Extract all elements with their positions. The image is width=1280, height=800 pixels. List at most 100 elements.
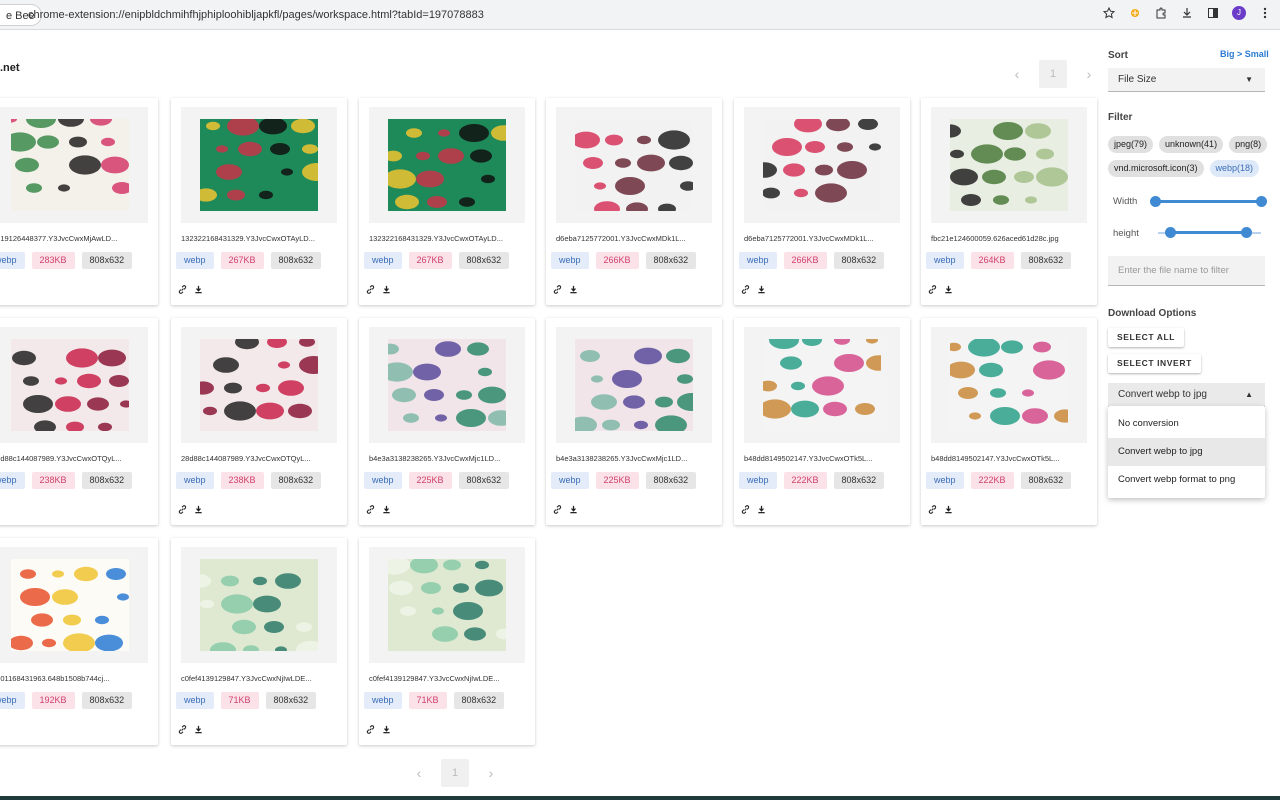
sort-order-toggle[interactable]: Big > Small [1220,49,1269,59]
download-icon[interactable] [381,724,391,734]
download-icon[interactable] [943,504,953,514]
address-bar[interactable]: chrome-extension://enipbldchmihfhjphiplo… [28,4,1146,26]
extensions-puzzle-icon[interactable] [1154,6,1168,20]
download-icon[interactable] [381,504,391,514]
width-min-handle[interactable] [1150,196,1161,207]
image-card[interactable]: 132322168431329.Y3JvcCwxOTAyLD... webp 267… [171,98,347,305]
download-icon[interactable] [193,504,203,514]
copy-link-icon[interactable] [365,284,375,294]
image-thumbnail[interactable] [931,107,1087,223]
image-card[interactable]: c0fef4139129847.Y3JvcCwxNjIwLDE... webp 71… [359,538,535,745]
download-icon[interactable] [193,284,203,294]
bookmark-star-icon[interactable] [1102,6,1116,20]
copy-link-icon[interactable] [740,504,750,514]
width-slider-track [1155,200,1261,203]
convert-select[interactable]: Convert webp to jpg ▲ [1108,383,1265,407]
side-panel-icon[interactable] [1206,6,1220,20]
image-thumbnail[interactable] [181,547,337,663]
image-card[interactable]: fbc21e124600059.626aced61d28c.jpg webp 264… [921,98,1097,305]
image-thumbnail[interactable] [369,107,525,223]
image-thumbnail[interactable] [0,327,148,443]
image-thumbnail[interactable] [0,547,148,663]
extension-bee-icon[interactable] [1128,6,1142,20]
profile-avatar[interactable]: J [1232,6,1246,20]
image-size-badge: 238KB [31,472,75,489]
image-thumbnail[interactable] [744,327,900,443]
download-icon[interactable] [943,284,953,294]
prev-page-button[interactable]: ‹ [407,759,431,787]
copy-link-icon[interactable] [927,504,937,514]
select-all-button[interactable]: SELECT ALL [1108,328,1185,347]
copy-link-icon[interactable] [927,284,937,294]
caret-up-icon: ▲ [1245,390,1253,399]
image-card[interactable]: 28d88c144087989.Y3JvcCwxOTQyL... webp 238K… [0,318,158,525]
copy-link-icon[interactable] [740,284,750,294]
convert-option-none[interactable]: No conversion [1108,410,1265,438]
download-icon[interactable] [756,504,766,514]
download-icon[interactable] [756,284,766,294]
page-number-button[interactable]: 1 [1039,60,1067,88]
image-card[interactable]: b4e3a3138238265.Y3JvcCwxMjc1LD... webp 225… [359,318,535,525]
download-icon[interactable] [568,504,578,514]
filter-tag-icon[interactable]: vnd.microsoft.icon(3) [1108,160,1204,177]
convert-dropdown-menu: No conversion Convert webp to jpg Conver… [1108,406,1265,498]
image-dimensions-badge: 808x632 [81,472,133,489]
image-thumbnail[interactable] [0,107,148,223]
next-page-button[interactable]: › [1077,60,1101,88]
image-card[interactable]: d6eba7125772001.Y3JvcCwxMDk1L... webp 266K… [546,98,722,305]
copy-link-icon[interactable] [365,724,375,734]
width-max-handle[interactable] [1256,196,1267,207]
copy-link-icon[interactable] [552,504,562,514]
menu-dots-icon[interactable] [1258,6,1272,20]
height-max-handle[interactable] [1240,227,1252,238]
image-card[interactable]: 28d88c144087989.Y3JvcCwxOTQyL... webp 238K… [171,318,347,525]
image-thumbnail[interactable] [556,327,712,443]
image-thumbnail[interactable] [931,327,1087,443]
copy-link-icon[interactable] [177,504,187,514]
artwork-image [11,119,129,211]
image-type-badge: webp [176,692,214,709]
image-dimensions-badge: 808x632 [833,252,885,269]
image-size-badge: 71KB [220,692,259,709]
download-icon[interactable] [381,284,391,294]
filter-tag-webp[interactable]: webp(18) [1209,160,1260,177]
image-thumbnail[interactable] [369,547,525,663]
download-icon[interactable] [568,284,578,294]
image-card[interactable]: 5201168431963.648b1508b744cj... webp 192KB… [0,538,158,745]
image-card[interactable]: d6eba7125772001.Y3JvcCwxMDk1L... webp 266K… [734,98,910,305]
copy-link-icon[interactable] [177,284,187,294]
image-thumbnail[interactable] [181,327,337,443]
image-thumbnail[interactable] [369,327,525,443]
download-icon[interactable] [193,724,203,734]
convert-option-png[interactable]: Convert webp format to png [1108,466,1265,494]
image-thumbnail[interactable] [181,107,337,223]
next-page-button[interactable]: › [479,759,503,787]
image-card[interactable]: 132322168431329.Y3JvcCwxOTAyLD... webp 267… [359,98,535,305]
convert-option-jpg[interactable]: Convert webp to jpg [1108,438,1265,466]
copy-link-icon[interactable] [177,724,187,734]
image-filename: 28d88c144087989.Y3JvcCwxOTQyL... [0,454,122,463]
copy-link-icon[interactable] [365,504,375,514]
image-dimensions-badge: 808x632 [458,472,510,489]
downloads-icon[interactable] [1180,6,1194,20]
image-card[interactable]: b48dd8149502147.Y3JvcCwxOTk5L... webp 222K… [921,318,1097,525]
image-thumbnail[interactable] [744,107,900,223]
copy-link-icon[interactable] [552,284,562,294]
image-filename: d6eba7125772001.Y3JvcCwxMDk1L... [556,234,686,243]
filter-tag-jpeg[interactable]: jpeg(79) [1108,136,1154,153]
prev-page-button[interactable]: ‹ [1005,60,1029,88]
image-dimensions-badge: 808x632 [1020,472,1072,489]
height-min-handle[interactable] [1165,227,1177,238]
image-card[interactable]: b4e3a3138238265.Y3JvcCwxMjc1LD... webp 225… [546,318,722,525]
select-invert-button[interactable]: SELECT INVERT [1108,354,1201,373]
image-card[interactable]: 7919126448377.Y3JvcCwxMjAwLD... webp 283KB… [0,98,158,305]
image-card[interactable]: b48dd8149502147.Y3JvcCwxOTk5L... webp 222K… [734,318,910,525]
caret-down-icon: ▼ [1245,75,1253,84]
sort-select[interactable]: File Size ▼ [1108,68,1265,92]
image-card[interactable]: c0fef4139129847.Y3JvcCwxNjIwLDE... webp 71… [171,538,347,745]
filter-tag-unknown[interactable]: unknown(41) [1159,136,1224,153]
image-thumbnail[interactable] [556,107,712,223]
filename-filter-input[interactable]: Enter the file name to filter [1108,256,1265,286]
page-number-button[interactable]: 1 [441,759,469,787]
filter-tag-png[interactable]: png(8) [1229,136,1268,153]
